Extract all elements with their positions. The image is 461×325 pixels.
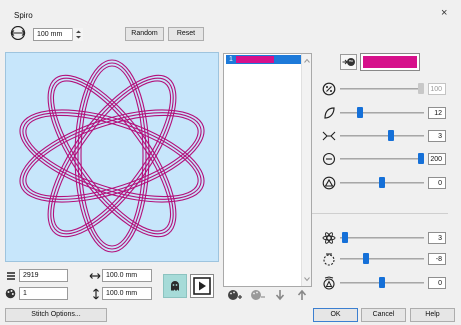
slider-offset-thumb[interactable]: [418, 153, 424, 164]
current-color-swatch[interactable]: [360, 53, 420, 71]
spiro-ellipse: [52, 80, 172, 232]
help-button[interactable]: Help: [410, 308, 455, 322]
slider-twist-thumb[interactable]: [388, 130, 395, 141]
slider-radius-thumb[interactable]: [363, 253, 370, 264]
horizontal-size-icon: [89, 271, 101, 281]
random-button[interactable]: Random: [125, 27, 164, 41]
remove-color-icon[interactable]: [250, 289, 266, 301]
slider-flower-value[interactable]: 3: [428, 232, 446, 244]
spiro-ellipse: [52, 80, 172, 232]
play-button[interactable]: [190, 274, 214, 298]
slider-twist-value[interactable]: 3: [428, 130, 446, 142]
spiro-ellipse: [47, 74, 177, 238]
reset-button[interactable]: Reset: [168, 27, 204, 41]
slider-angle-value[interactable]: 0: [428, 177, 446, 189]
slider-petal-track[interactable]: [340, 112, 424, 114]
slider-twist-track[interactable]: [340, 135, 424, 137]
slider-rotate-value[interactable]: 0: [428, 277, 446, 289]
slider-rotate-thumb[interactable]: [379, 277, 385, 288]
slider-percent-value[interactable]: 100: [428, 83, 446, 95]
slider-petal-thumb[interactable]: [357, 107, 364, 118]
width-arrows-icon: [6, 25, 30, 41]
slider-percent-track[interactable]: [340, 88, 424, 90]
spiro-ellipse: [80, 65, 144, 247]
color-list[interactable]: [223, 53, 312, 287]
spiro-ellipse: [25, 114, 199, 198]
ok-button[interactable]: OK: [313, 308, 358, 322]
move-up-icon[interactable]: [297, 289, 307, 301]
color-count-field: 1: [19, 287, 68, 300]
stitch-options-button[interactable]: Stitch Options...: [5, 308, 107, 322]
stitch-count-field: 2919: [19, 269, 68, 282]
slider-petal-value[interactable]: 12: [428, 107, 446, 119]
angle-icon: [322, 176, 336, 190]
size-spinner[interactable]: [72, 28, 83, 41]
preview-canvas[interactable]: [5, 52, 219, 262]
slider-offset-value[interactable]: 200: [428, 153, 446, 165]
slider-angle-thumb[interactable]: [379, 177, 385, 188]
spiro-pattern: [19, 59, 205, 253]
stitch-count-icon: [6, 271, 16, 281]
height-field: 100.0 mm: [102, 287, 152, 300]
pick-color-button[interactable]: [340, 54, 357, 70]
percent-icon: [322, 82, 336, 96]
spiro-ellipse: [19, 109, 205, 203]
slider-flower-track[interactable]: [340, 237, 424, 239]
vertical-size-icon: [92, 288, 100, 300]
rotate-icon: [322, 276, 336, 290]
dialog-title: Spiro: [14, 11, 33, 20]
slider-radius-track[interactable]: [340, 258, 424, 260]
spiro-ellipse: [74, 59, 150, 253]
spiro-ellipse: [25, 114, 199, 198]
slider-percent-thumb[interactable]: [418, 83, 424, 94]
add-color-icon[interactable]: [227, 289, 243, 301]
width-field: 100.0 mm: [102, 269, 152, 282]
color-list-scrollbar[interactable]: [301, 54, 311, 286]
slider-flower-thumb[interactable]: [342, 232, 349, 243]
spiro-ellipse: [77, 62, 147, 250]
color-list-item-index: 1: [229, 56, 233, 63]
slider-offset-track[interactable]: [340, 158, 424, 160]
flower-icon: [322, 231, 336, 245]
section-separator: [312, 213, 448, 214]
cancel-button[interactable]: Cancel: [361, 308, 406, 322]
radius-icon: [322, 252, 336, 266]
spiro-ellipse: [47, 74, 177, 238]
offset-icon: [322, 152, 336, 166]
spiro-ellipse: [19, 109, 205, 203]
ghost-button[interactable]: [163, 274, 187, 298]
slider-radius-value[interactable]: -8: [428, 253, 446, 265]
close-icon[interactable]: ×: [441, 8, 447, 19]
color-swatch: [236, 56, 274, 63]
palette-icon: [5, 288, 16, 299]
move-down-icon[interactable]: [275, 289, 285, 301]
petal-icon: [322, 106, 336, 120]
twist-icon: [322, 129, 336, 143]
current-color-fill: [363, 56, 417, 68]
